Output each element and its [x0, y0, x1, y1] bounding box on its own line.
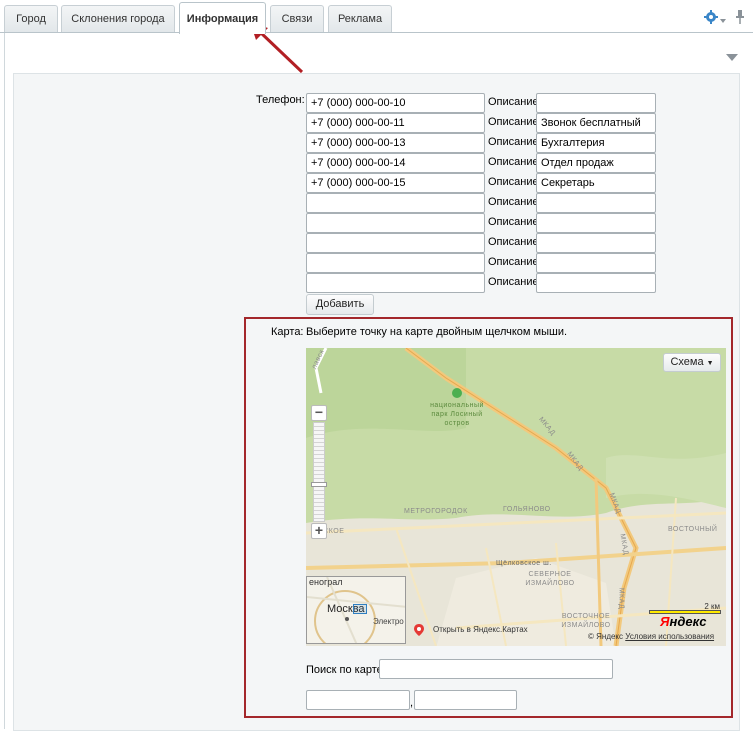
- map-label-golyanovo: ГОЛЬЯНОВО: [503, 506, 551, 513]
- map-pin-icon: [414, 624, 424, 636]
- description-input[interactable]: [536, 273, 656, 293]
- map-search-label: Поиск по карте:: [306, 664, 386, 676]
- add-phone-button[interactable]: Добавить: [306, 294, 374, 315]
- phone-input[interactable]: [306, 273, 485, 293]
- description-label: Описание:: [488, 196, 542, 208]
- description-input[interactable]: Бухгалтерия: [536, 133, 656, 153]
- park-icon: [452, 388, 462, 398]
- description-input[interactable]: [536, 193, 656, 213]
- yandex-logo-rest: ндекс: [669, 614, 707, 629]
- map-label-vostochnoe-izmaylovo: ВОСТОЧНОЕ ИЗМАЙЛОВО: [561, 613, 611, 629]
- collapse-icon[interactable]: [726, 53, 738, 65]
- description-label: Описание:: [488, 116, 542, 128]
- map-search-input[interactable]: [379, 659, 613, 679]
- description-label: Описание:: [488, 156, 542, 168]
- minimap-city-dot: [345, 617, 349, 621]
- gear-icon[interactable]: [704, 10, 718, 24]
- description-input[interactable]: [536, 253, 656, 273]
- phone-input[interactable]: +7 (000) 000-00-15: [306, 173, 485, 193]
- description-label: Описание:: [488, 136, 542, 148]
- description-input[interactable]: [536, 93, 656, 113]
- phone-input[interactable]: +7 (000) 000-00-11: [306, 113, 485, 133]
- minimap-viewport[interactable]: [353, 604, 367, 614]
- phone-input[interactable]: +7 (000) 000-00-10: [306, 93, 485, 113]
- description-input[interactable]: [536, 213, 656, 233]
- map-label-park: национальный парк Лосиный остров: [430, 402, 484, 427]
- chevron-down-icon: ▼: [706, 360, 714, 367]
- description-input[interactable]: Отдел продаж: [536, 153, 656, 173]
- minimap-label-top: енограл: [309, 577, 343, 587]
- phone-input[interactable]: [306, 213, 485, 233]
- phone-input[interactable]: +7 (000) 000-00-13: [306, 133, 485, 153]
- map-label-severnoe-izmaylovo: СЕВЕРНОЕ ИЗМАЙЛОВО: [525, 571, 575, 587]
- longitude-input[interactable]: [414, 690, 517, 710]
- pin-icon[interactable]: [735, 10, 745, 24]
- latitude-input[interactable]: [306, 690, 410, 710]
- description-input[interactable]: Звонок бесплатный: [536, 113, 656, 133]
- yandex-logo: Яндекс: [660, 614, 706, 629]
- map-label: Карта:: [271, 326, 304, 338]
- minimap[interactable]: енограл Москва Электро: [306, 576, 406, 644]
- description-label: Описание:: [488, 96, 542, 108]
- zoom-in-button[interactable]: +: [311, 523, 327, 539]
- tab-advertising[interactable]: Реклама: [328, 5, 392, 32]
- map-label-mkad: МКАД: [617, 587, 625, 610]
- phone-input[interactable]: [306, 253, 485, 273]
- yandex-map[interactable]: национальный парк Лосиный остров МКАД МК…: [306, 348, 726, 646]
- tab-city-declensions[interactable]: Склонения города: [61, 5, 175, 32]
- tab-city[interactable]: Город: [4, 5, 58, 32]
- phone-input[interactable]: [306, 233, 485, 253]
- map-type-label: Схема: [670, 356, 704, 368]
- map-hint: Выберите точку на карте двойным щелчком …: [306, 326, 568, 338]
- description-input[interactable]: [536, 233, 656, 253]
- phone-label: Телефон:: [256, 94, 305, 106]
- open-in-yandex-link[interactable]: Открыть в Яндекс.Картах: [433, 625, 528, 634]
- zoom-out-button[interactable]: −: [311, 405, 327, 421]
- description-input[interactable]: Секретарь: [536, 173, 656, 193]
- description-label: Описание:: [488, 256, 542, 268]
- phone-input[interactable]: [306, 193, 485, 213]
- description-label: Описание:: [488, 176, 542, 188]
- phone-input[interactable]: +7 (000) 000-00-14: [306, 153, 485, 173]
- coords-separator: ,: [410, 697, 414, 709]
- minimap-label-side: Электро: [373, 617, 404, 626]
- zoom-scale[interactable]: [313, 422, 325, 522]
- map-label-metrogorodok: МЕТРОГОРОДОК: [404, 508, 468, 515]
- map-type-button[interactable]: Схема ▼: [663, 353, 721, 372]
- map-label-shchelkovskoe: Щёлковское ш.: [496, 560, 552, 567]
- description-label: Описание:: [488, 236, 542, 248]
- description-label: Описание:: [488, 216, 542, 228]
- map-label-vostochny: ВОСТОЧНЫЙ: [668, 526, 718, 533]
- tab-information[interactable]: Информация: [179, 2, 266, 34]
- chevron-down-icon[interactable]: [720, 14, 726, 23]
- map-copyright: © Яндекс Условия использования: [588, 632, 714, 641]
- zoom-handle[interactable]: [311, 482, 327, 487]
- copyright-text: © Яндекс: [588, 632, 624, 641]
- description-label: Описание:: [488, 276, 542, 288]
- terms-of-use-link[interactable]: Условия использования: [625, 632, 714, 641]
